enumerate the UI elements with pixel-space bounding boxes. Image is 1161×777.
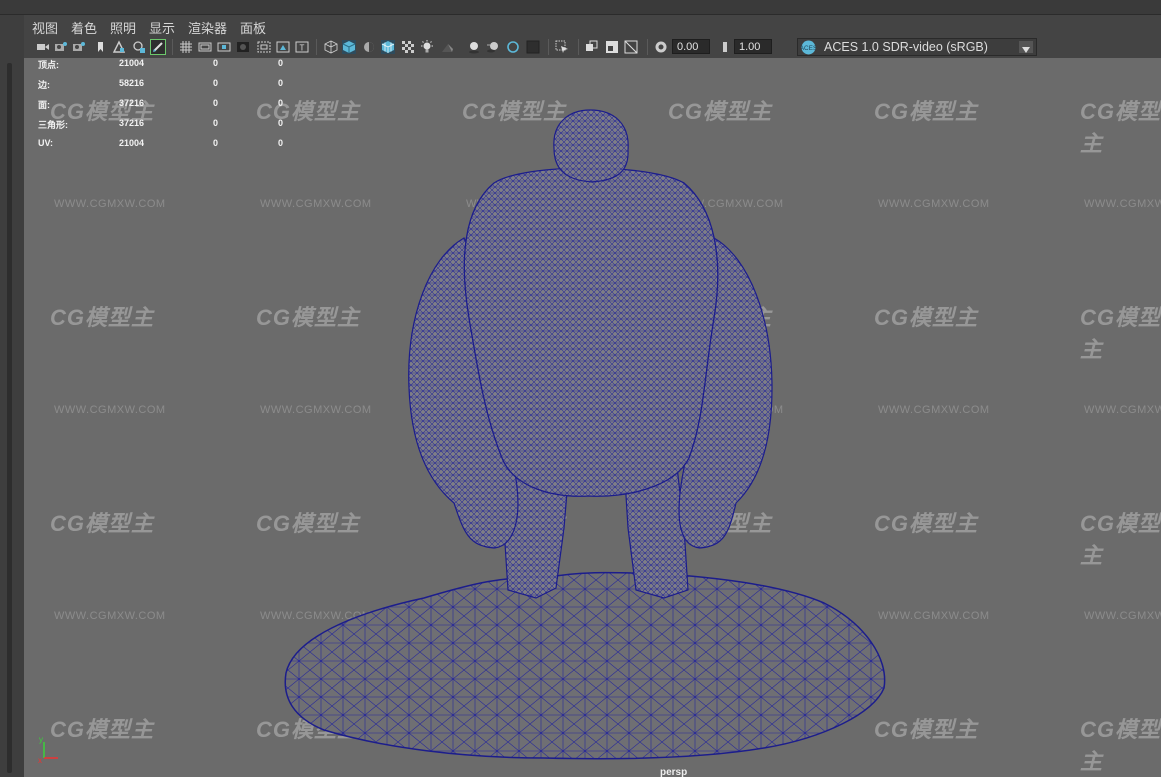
menu-lighting[interactable]: 照明 <box>110 18 136 37</box>
hud-label: UV: <box>38 138 54 148</box>
gate-mask-icon[interactable] <box>236 40 250 54</box>
wireframe-on-shaded-icon[interactable] <box>381 40 395 54</box>
axis-x-label: x <box>38 756 42 764</box>
hud-v3: 0 <box>278 78 284 88</box>
hud-v3: 0 <box>278 138 284 148</box>
panel-toolbar: T 0.00 1.00 ACES ACES 1.0 SDR-video (sRG… <box>24 37 1161 58</box>
safe-title-icon[interactable]: T <box>295 40 309 54</box>
image-plane-icon[interactable] <box>94 40 108 54</box>
anti-aliasing-icon[interactable] <box>506 40 520 54</box>
menu-view[interactable]: 视图 <box>32 18 58 37</box>
wireframe-icon[interactable] <box>324 40 338 54</box>
grease-pencil-active-icon[interactable] <box>150 39 166 55</box>
hud-v3: 0 <box>278 98 284 108</box>
color-management-icon[interactable]: ACES <box>801 40 816 55</box>
hud-v1: 58216 <box>119 78 145 88</box>
left-scrollbar[interactable] <box>7 63 12 773</box>
2d-pan-zoom-icon[interactable] <box>112 40 126 54</box>
hud-v3: 0 <box>278 58 284 68</box>
grid-icon[interactable] <box>179 40 193 54</box>
bookmark-icon[interactable] <box>72 40 86 54</box>
camera-name-label: persp <box>660 767 688 777</box>
hud-v2: 0 <box>213 58 219 68</box>
rock-base-mesh <box>284 571 886 760</box>
title-strip <box>0 0 1161 15</box>
hud-v2: 0 <box>213 98 219 108</box>
hud-v2: 0 <box>213 138 219 148</box>
hud-v2: 0 <box>213 118 219 128</box>
gamma-icon[interactable] <box>716 40 730 54</box>
film-gate-icon[interactable] <box>198 40 212 54</box>
exposure-icon[interactable] <box>654 40 668 54</box>
smooth-shade-icon[interactable] <box>342 40 356 54</box>
hud-v1: 37216 <box>119 118 145 128</box>
color-space-dropdown[interactable]: ACES ACES 1.0 SDR-video (sRGB) <box>797 38 1037 56</box>
exposure-field[interactable]: 0.00 <box>672 39 710 54</box>
menu-shading[interactable]: 着色 <box>71 18 97 37</box>
hud-label: 顶点: <box>38 60 59 70</box>
axis-y-label: y <box>39 735 43 744</box>
hardware-texturing-icon[interactable] <box>624 40 638 54</box>
hud-v1: 37216 <box>119 98 145 108</box>
use-all-lights-icon[interactable] <box>420 40 434 54</box>
hud-v3: 0 <box>278 118 284 128</box>
color-space-label: ACES 1.0 SDR-video (sRGB) <box>824 40 988 54</box>
hud-label: 边: <box>38 80 50 90</box>
xray-icon[interactable] <box>401 40 415 54</box>
axis-gizmo: y x <box>38 735 58 764</box>
depth-of-field-icon[interactable] <box>526 40 540 54</box>
left-toolbox <box>0 15 24 777</box>
head-mesh <box>553 109 629 183</box>
grease-pencil-icon[interactable] <box>132 40 146 54</box>
screen-space-ao-icon[interactable] <box>467 40 481 54</box>
hud-v1: 21004 <box>119 58 145 68</box>
menu-show[interactable]: 显示 <box>149 18 175 37</box>
default-material-icon[interactable] <box>362 40 376 54</box>
hud-label: 三角形: <box>38 120 68 130</box>
safe-action-icon[interactable] <box>276 40 290 54</box>
select-camera-icon[interactable] <box>36 40 50 54</box>
wireframe-model[interactable] <box>24 58 1161 777</box>
resolution-gate-icon[interactable] <box>217 40 231 54</box>
isolate-select-icon[interactable] <box>555 40 569 54</box>
hud-v2: 0 <box>213 78 219 88</box>
gamma-field[interactable]: 1.00 <box>734 39 772 54</box>
panel-menubar: 视图 着色 照明 显示 渲染器 面板 <box>24 15 1161 37</box>
chevron-down-icon[interactable] <box>1019 41 1033 53</box>
backface-culling-icon[interactable] <box>605 40 619 54</box>
camera-attributes-icon[interactable] <box>54 40 68 54</box>
hud-label: 面: <box>38 100 50 110</box>
shadows-icon[interactable] <box>440 40 454 54</box>
hud-v1: 21004 <box>119 138 145 148</box>
torso-mesh <box>463 167 719 497</box>
motion-blur-icon[interactable] <box>486 40 500 54</box>
svg-text:T: T <box>300 44 305 53</box>
xray-joints-icon[interactable] <box>585 40 599 54</box>
perspective-viewport[interactable]: CG模型主 CG模型主 CG模型主 CG模型主 CG模型主 CG模型主 CG模型主 CG模型主… <box>24 58 1161 777</box>
menu-panels[interactable]: 面板 <box>240 18 266 37</box>
field-chart-icon[interactable] <box>257 40 271 54</box>
menu-renderer[interactable]: 渲染器 <box>188 18 227 37</box>
svg-text:ACES: ACES <box>801 45 816 52</box>
